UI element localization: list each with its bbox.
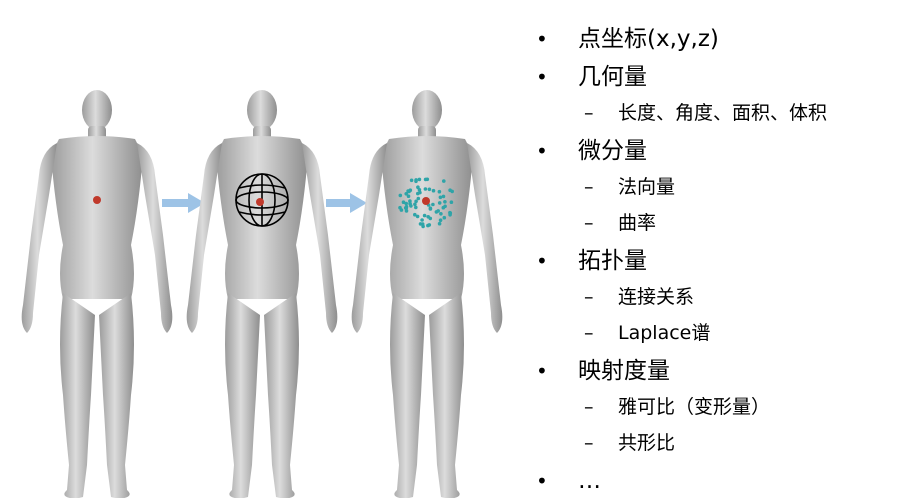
bullet-marker: • (536, 139, 548, 163)
neighbor-point (442, 215, 447, 220)
bullet-text: 映射度量 (578, 358, 670, 384)
neighbor-point (437, 189, 442, 194)
bullet-marker: • (536, 249, 548, 273)
neighbor-point (427, 187, 432, 192)
bullet-marker: • (536, 469, 548, 493)
neighbor-point (416, 185, 420, 189)
neighbor-point (431, 202, 435, 207)
arrow-right-icon-2 (326, 193, 367, 213)
neighbor-point (441, 194, 446, 199)
bullet-item: •… (528, 464, 827, 502)
bullet-item: • 拓扑量 (528, 244, 827, 282)
sub-bullet-item: – 曲率 (528, 208, 827, 244)
human-figure-1 (21, 90, 173, 498)
sub-bullet-item: – 长度、角度、面积、体积 (528, 98, 827, 134)
neighbor-point (408, 201, 412, 206)
neighbor-point (441, 205, 446, 210)
sub-bullet-marker: – (584, 102, 594, 124)
neighbor-point (404, 201, 409, 206)
surface-point-3 (422, 197, 430, 205)
neighbor-point (422, 213, 427, 218)
neighbor-point (416, 191, 420, 196)
neighbor-point (449, 200, 454, 204)
neighbor-point (406, 189, 410, 193)
sub-bullet-item: – 共形比 (528, 428, 827, 464)
sub-bullet-item: – 雅可比（变形量） (528, 392, 827, 428)
neighbor-point (416, 196, 421, 201)
neighbor-point (423, 177, 428, 182)
sub-bullet-item: – 连接关系 (528, 282, 827, 318)
neighbor-point (415, 214, 420, 219)
bullet-marker: • (536, 65, 548, 89)
neighbor-point (448, 188, 452, 192)
bullet-text: … (578, 468, 601, 494)
neighbor-point (438, 195, 443, 200)
sub-bullet-text: 共形比 (618, 432, 676, 454)
neighbor-point (414, 178, 418, 182)
bullet-marker: • (536, 359, 548, 383)
bullet-text: 拓扑量 (578, 248, 647, 274)
neighbor-point (398, 205, 402, 210)
neighbor-point (431, 188, 436, 193)
neighbor-point (406, 194, 411, 198)
sub-bullet-marker: – (584, 286, 594, 308)
bullet-item: • 几何量 (528, 60, 827, 98)
body-mesh-figure (21, 90, 503, 498)
neighbor-point (414, 205, 418, 210)
neighbor-point (398, 193, 403, 198)
bullet-text: 微分量 (578, 138, 647, 164)
neighbor-point (404, 204, 409, 209)
bullet-text: 几何量 (578, 64, 647, 90)
neighbor-point (439, 212, 443, 216)
neighbor-point (414, 199, 418, 204)
neighbor-point (443, 200, 447, 204)
bullet-item: • 微分量 (528, 134, 827, 172)
neighbor-point (437, 221, 442, 226)
neighbor-point (448, 213, 452, 217)
neighbor-point (409, 178, 414, 183)
neighbor-point (428, 206, 433, 210)
neighbor-point (417, 177, 422, 182)
sub-bullet-marker: – (584, 432, 594, 454)
sub-bullet-text: Laplace谱 (618, 322, 711, 344)
bullet-item: • 点坐标(x,y,z) (528, 22, 827, 60)
sub-bullet-text: 曲率 (618, 212, 657, 234)
neighbor-point (423, 187, 428, 191)
sub-bullet-marker: – (584, 176, 594, 198)
surface-point-1 (93, 196, 101, 204)
sub-bullet-marker: – (584, 396, 594, 418)
sub-bullet-item: – 法向量 (528, 172, 827, 208)
neighbor-point (442, 179, 446, 183)
bullet-marker: • (536, 27, 548, 51)
neighbor-point (421, 224, 425, 229)
sub-bullet-text: 长度、角度、面积、体积 (618, 102, 828, 124)
neighbor-point (426, 215, 431, 219)
sub-bullet-marker: – (584, 322, 594, 344)
neighbor-point (420, 218, 424, 222)
sub-bullet-text: 雅可比（变形量） (618, 396, 771, 418)
neighbor-point (437, 201, 442, 205)
surface-point-2 (256, 198, 264, 206)
sub-bullet-marker: – (584, 212, 594, 234)
neighbor-point (438, 218, 443, 222)
sub-bullet-text: 连接关系 (618, 286, 695, 308)
sub-bullet-text: 法向量 (618, 176, 676, 198)
sub-bullet-item: – Laplace谱 (528, 318, 827, 354)
feature-bullet-list: • 点坐标(x,y,z) • 几何量 – 长度、角度、面积、体积 • 微分量 – 法向量 – 曲率 • 拓… (528, 22, 827, 502)
human-figure-2 (186, 90, 338, 498)
human-figure-3 (351, 90, 503, 498)
bullet-text: 点坐标(x,y,z) (578, 26, 719, 52)
arrow-right-icon-1 (162, 193, 205, 213)
neighbor-point (434, 210, 439, 214)
bullet-item: • 映射度量 (528, 354, 827, 392)
neighbor-point (427, 223, 432, 227)
